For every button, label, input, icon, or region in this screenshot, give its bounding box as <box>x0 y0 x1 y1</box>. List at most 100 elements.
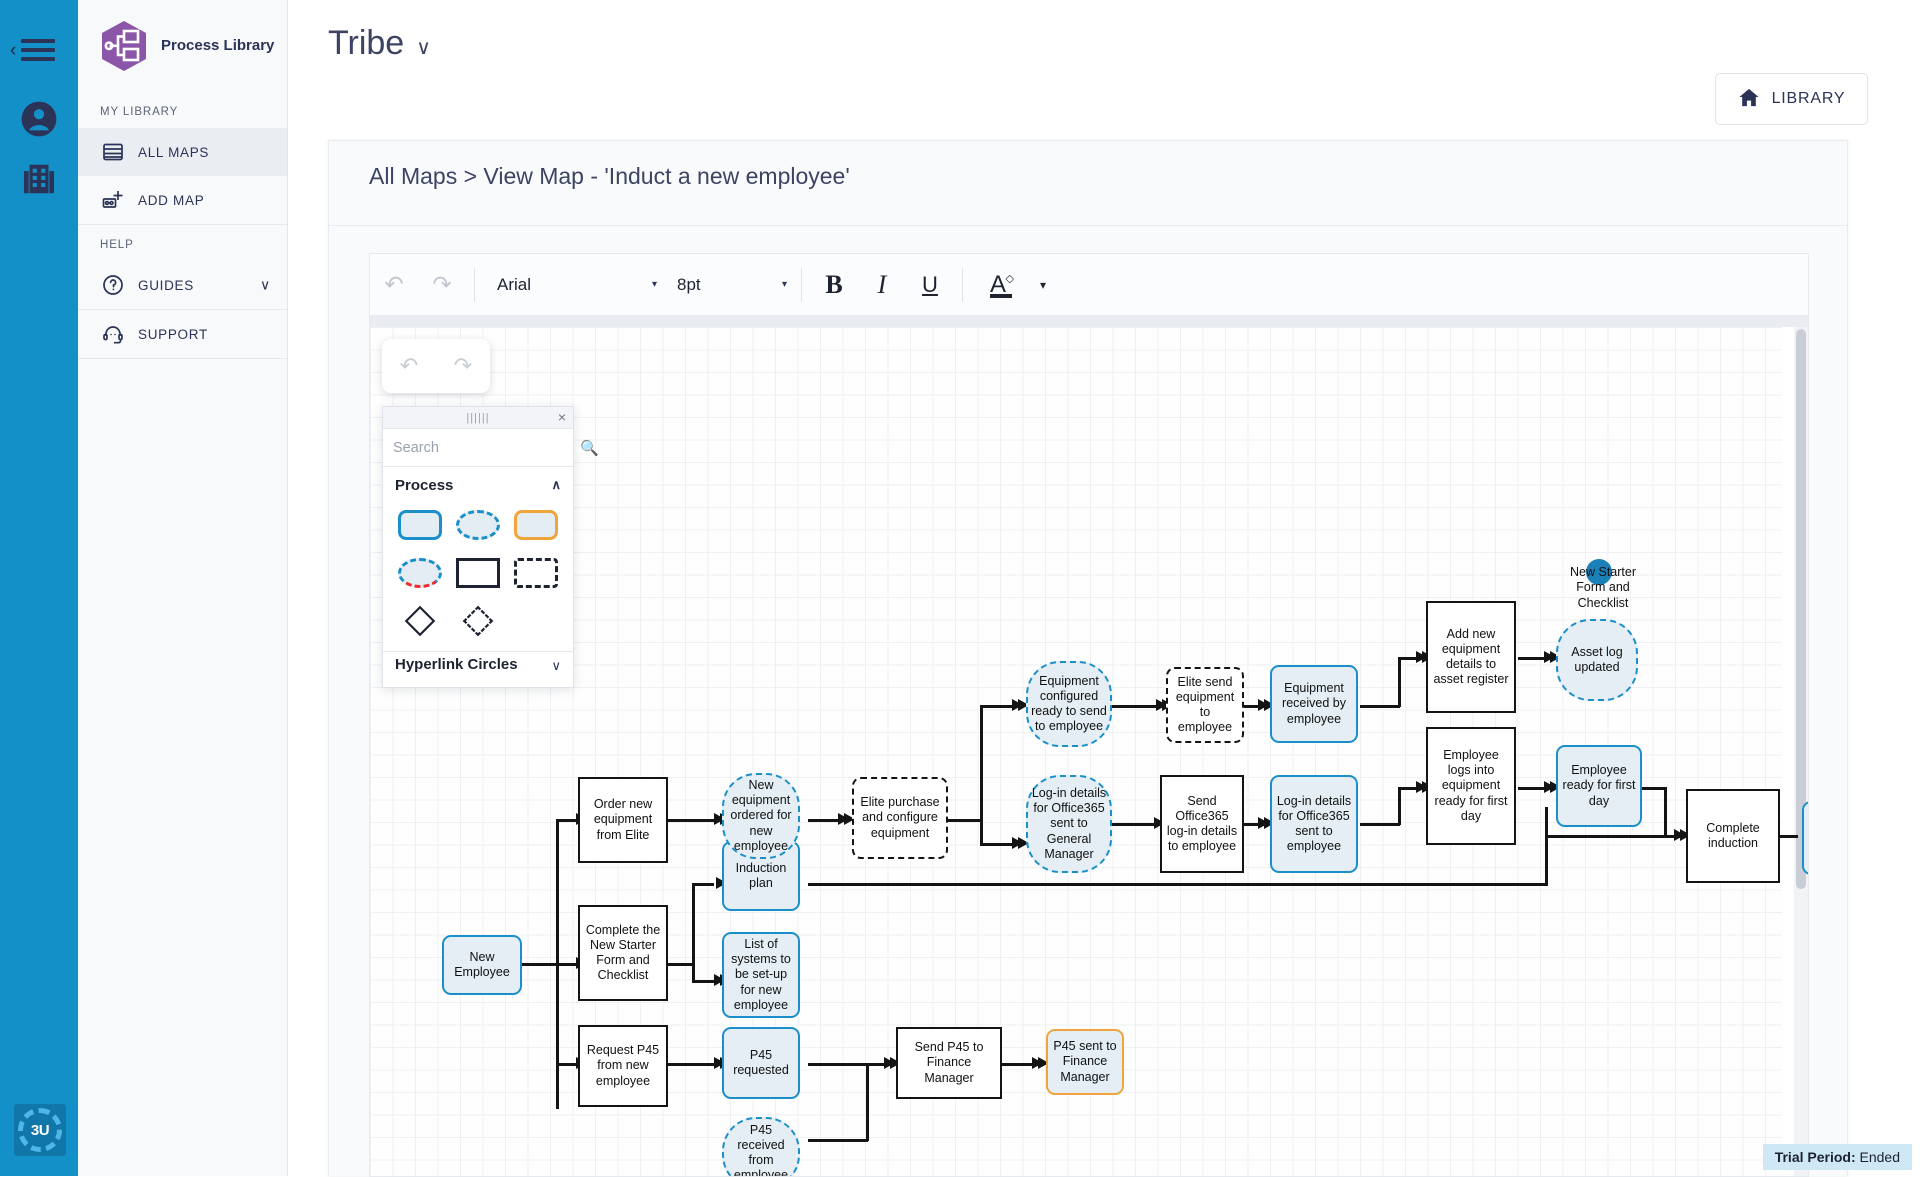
font-family-value: Arial <box>497 275 531 295</box>
map-node-label: Complete induction <box>1691 821 1775 852</box>
chevron-down-icon: ∨ <box>551 656 561 674</box>
sidebar: Process Library MY LIBRARY ALL MAPS ADD … <box>78 0 288 1176</box>
library-button[interactable]: LIBRARY <box>1715 73 1868 125</box>
map-node-request-p45[interactable]: Request P45 from new employee <box>578 1025 668 1107</box>
nav-section-help: HELP <box>78 225 287 261</box>
map-node-label: P45 requested <box>727 1048 795 1079</box>
map-node-employee-logs-into-equipment[interactable]: Employee logs into equipment ready for f… <box>1426 727 1516 845</box>
map-node-list-of-systems[interactable]: List of systems to be set-up for new emp… <box>722 932 800 1018</box>
map-canvas[interactable]: New Employee Complete the New Starter Fo… <box>370 327 1782 1177</box>
shape-rectangle-black-solid[interactable] <box>452 555 504 591</box>
edge <box>1398 657 1401 707</box>
shape-group-process-header[interactable]: Process ∧ <box>383 467 573 503</box>
bold-button[interactable]: B <box>810 255 858 315</box>
map-node-new-employee-fully-inducted[interactable]: New Employee fully inducted <box>1802 801 1809 875</box>
map-node-asset-log-updated[interactable]: Asset log updated <box>1556 619 1638 701</box>
sidebar-item-add-map[interactable]: ADD MAP <box>78 176 287 224</box>
shape-palette-drag-handle[interactable]: |||||| × <box>383 407 573 429</box>
shape-search-input[interactable] <box>393 440 580 456</box>
shape-rounded-rect-black-dashed[interactable] <box>510 555 562 591</box>
underline-button[interactable]: U <box>906 255 954 315</box>
map-node-new-equipment-ordered[interactable]: New equipment ordered for new employee <box>722 773 800 859</box>
edge <box>1545 807 1548 885</box>
edge <box>1112 823 1156 826</box>
chevron-down-icon: ∨ <box>416 35 431 60</box>
map-hyperlink-label: New Starter Form and Checklist <box>1570 565 1636 610</box>
redo-button[interactable]: ↷ <box>418 255 466 315</box>
sidebar-item-support[interactable]: SUPPORT <box>78 310 287 358</box>
edge <box>1545 835 1685 838</box>
shape-group-title: Process <box>395 477 453 494</box>
user-avatar-icon[interactable] <box>16 96 62 142</box>
sidebar-collapse-button[interactable]: ‹ <box>8 30 70 70</box>
undo-button[interactable]: ↶ <box>370 255 418 315</box>
map-node-label: Asset log updated <box>1561 645 1633 676</box>
trial-value: Ended <box>1860 1149 1900 1165</box>
close-icon[interactable]: × <box>558 409 566 425</box>
color-underline <box>990 294 1012 298</box>
map-node-complete-new-starter-form[interactable]: Complete the New Starter Form and Checkl… <box>578 905 668 1001</box>
map-node-send-office365-login[interactable]: Send Office365 log-in details to employe… <box>1160 775 1244 873</box>
canvas-vertical-scrollbar[interactable] <box>1794 327 1808 1177</box>
text-color-icon: A ◇ <box>990 271 1006 299</box>
italic-button[interactable]: I <box>858 255 906 315</box>
map-node-new-employee[interactable]: New Employee <box>442 935 522 995</box>
edge <box>1360 705 1400 708</box>
workspace-selector[interactable]: Tribe ∨ <box>328 24 431 63</box>
map-node-elite-purchase-configure[interactable]: Elite purchase and configure equipment <box>852 777 948 859</box>
map-node-order-new-equipment[interactable]: Order new equipment from Elite <box>578 777 668 863</box>
map-node-p45-sent-to-finance[interactable]: P45 sent to Finance Manager <box>1046 1029 1124 1095</box>
text-color-dropdown[interactable]: ▾ <box>1025 255 1061 315</box>
map-node-equipment-received[interactable]: Equipment received by employee <box>1270 665 1358 743</box>
map-node-send-p45-to-finance[interactable]: Send P45 to Finance Manager <box>896 1027 1002 1099</box>
shape-ellipse-blue-red-dashed[interactable] <box>394 555 446 591</box>
shape-group-title: Hyperlink Circles <box>395 656 518 675</box>
shape-grid <box>383 503 573 652</box>
chevron-down-icon[interactable]: ∨ <box>260 277 271 294</box>
map-node-employee-ready-first-day[interactable]: Employee ready for first day <box>1556 745 1642 827</box>
sidebar-item-guides[interactable]: GUIDES ∨ <box>78 261 287 309</box>
text-color-button[interactable]: A ◇ <box>971 255 1025 315</box>
map-node-p45-requested[interactable]: P45 requested <box>722 1027 800 1099</box>
edge <box>692 883 695 929</box>
map-node-equipment-configured[interactable]: Equipment configured ready to send to em… <box>1026 661 1112 747</box>
map-node-p45-received-from-employee[interactable]: P45 received from employee <box>722 1117 800 1177</box>
map-node-label: New Employee <box>447 950 517 981</box>
undo-button[interactable]: ↶ <box>400 353 418 379</box>
sidebar-item-all-maps[interactable]: ALL MAPS <box>78 128 287 176</box>
font-family-select[interactable]: Arial ▾ <box>483 255 663 315</box>
map-node-elite-send-equipment[interactable]: Elite send equipment to employee <box>1166 667 1244 743</box>
shape-diamond-black-dashed[interactable] <box>452 603 504 639</box>
edge <box>1518 657 1546 660</box>
map-node-label: New Employee fully inducted <box>1807 808 1809 869</box>
nav-section-my-library: MY LIBRARY <box>78 92 287 128</box>
edge <box>556 1063 576 1066</box>
font-size-value: 8pt <box>677 275 701 295</box>
redo-button[interactable]: ↷ <box>454 353 472 379</box>
map-node-label: Order new equipment from Elite <box>583 797 663 843</box>
edge <box>1780 835 1798 838</box>
map-hyperlink-marker[interactable]: New Starter Form and Checklist <box>1560 565 1646 611</box>
shape-palette-panel: |||||| × 🔍 Process ∧ <box>382 406 574 688</box>
shape-diamond-black-solid[interactable] <box>394 603 446 639</box>
map-node-add-new-equipment-asset-register[interactable]: Add new equipment details to asset regis… <box>1426 601 1516 713</box>
map-node-label: Complete the New Starter Form and Checkl… <box>583 923 663 984</box>
font-size-select[interactable]: 8pt ▾ <box>663 255 793 315</box>
map-node-complete-induction[interactable]: Complete induction <box>1686 789 1780 883</box>
building-icon[interactable] <box>16 156 62 202</box>
map-node-login-details-employee[interactable]: Log-in details for Office365 sent to emp… <box>1270 775 1358 873</box>
map-node-label: New equipment ordered for new employee <box>727 778 795 854</box>
magnifier-icon[interactable]: 🔍 <box>580 439 599 457</box>
edge <box>980 705 1012 708</box>
canvas-top-band <box>370 315 1808 327</box>
shape-group-hyperlink-circles-header[interactable]: Hyperlink Circles ∨ <box>383 652 573 687</box>
shape-rounded-rect-blue-solid[interactable] <box>394 507 446 543</box>
edge <box>666 963 692 966</box>
app-logo-3u[interactable]: 3U <box>14 1104 66 1156</box>
map-node-login-details-general-manager[interactable]: Log-in details for Office365 sent to Gen… <box>1026 775 1112 873</box>
brand-logo[interactable]: Process Library <box>78 0 287 92</box>
shape-rounded-rect-orange-solid[interactable] <box>510 507 562 543</box>
library-button-label: LIBRARY <box>1772 90 1846 108</box>
trial-label: Trial Period: <box>1775 1149 1856 1165</box>
shape-ellipse-blue-dashed[interactable] <box>452 507 504 543</box>
